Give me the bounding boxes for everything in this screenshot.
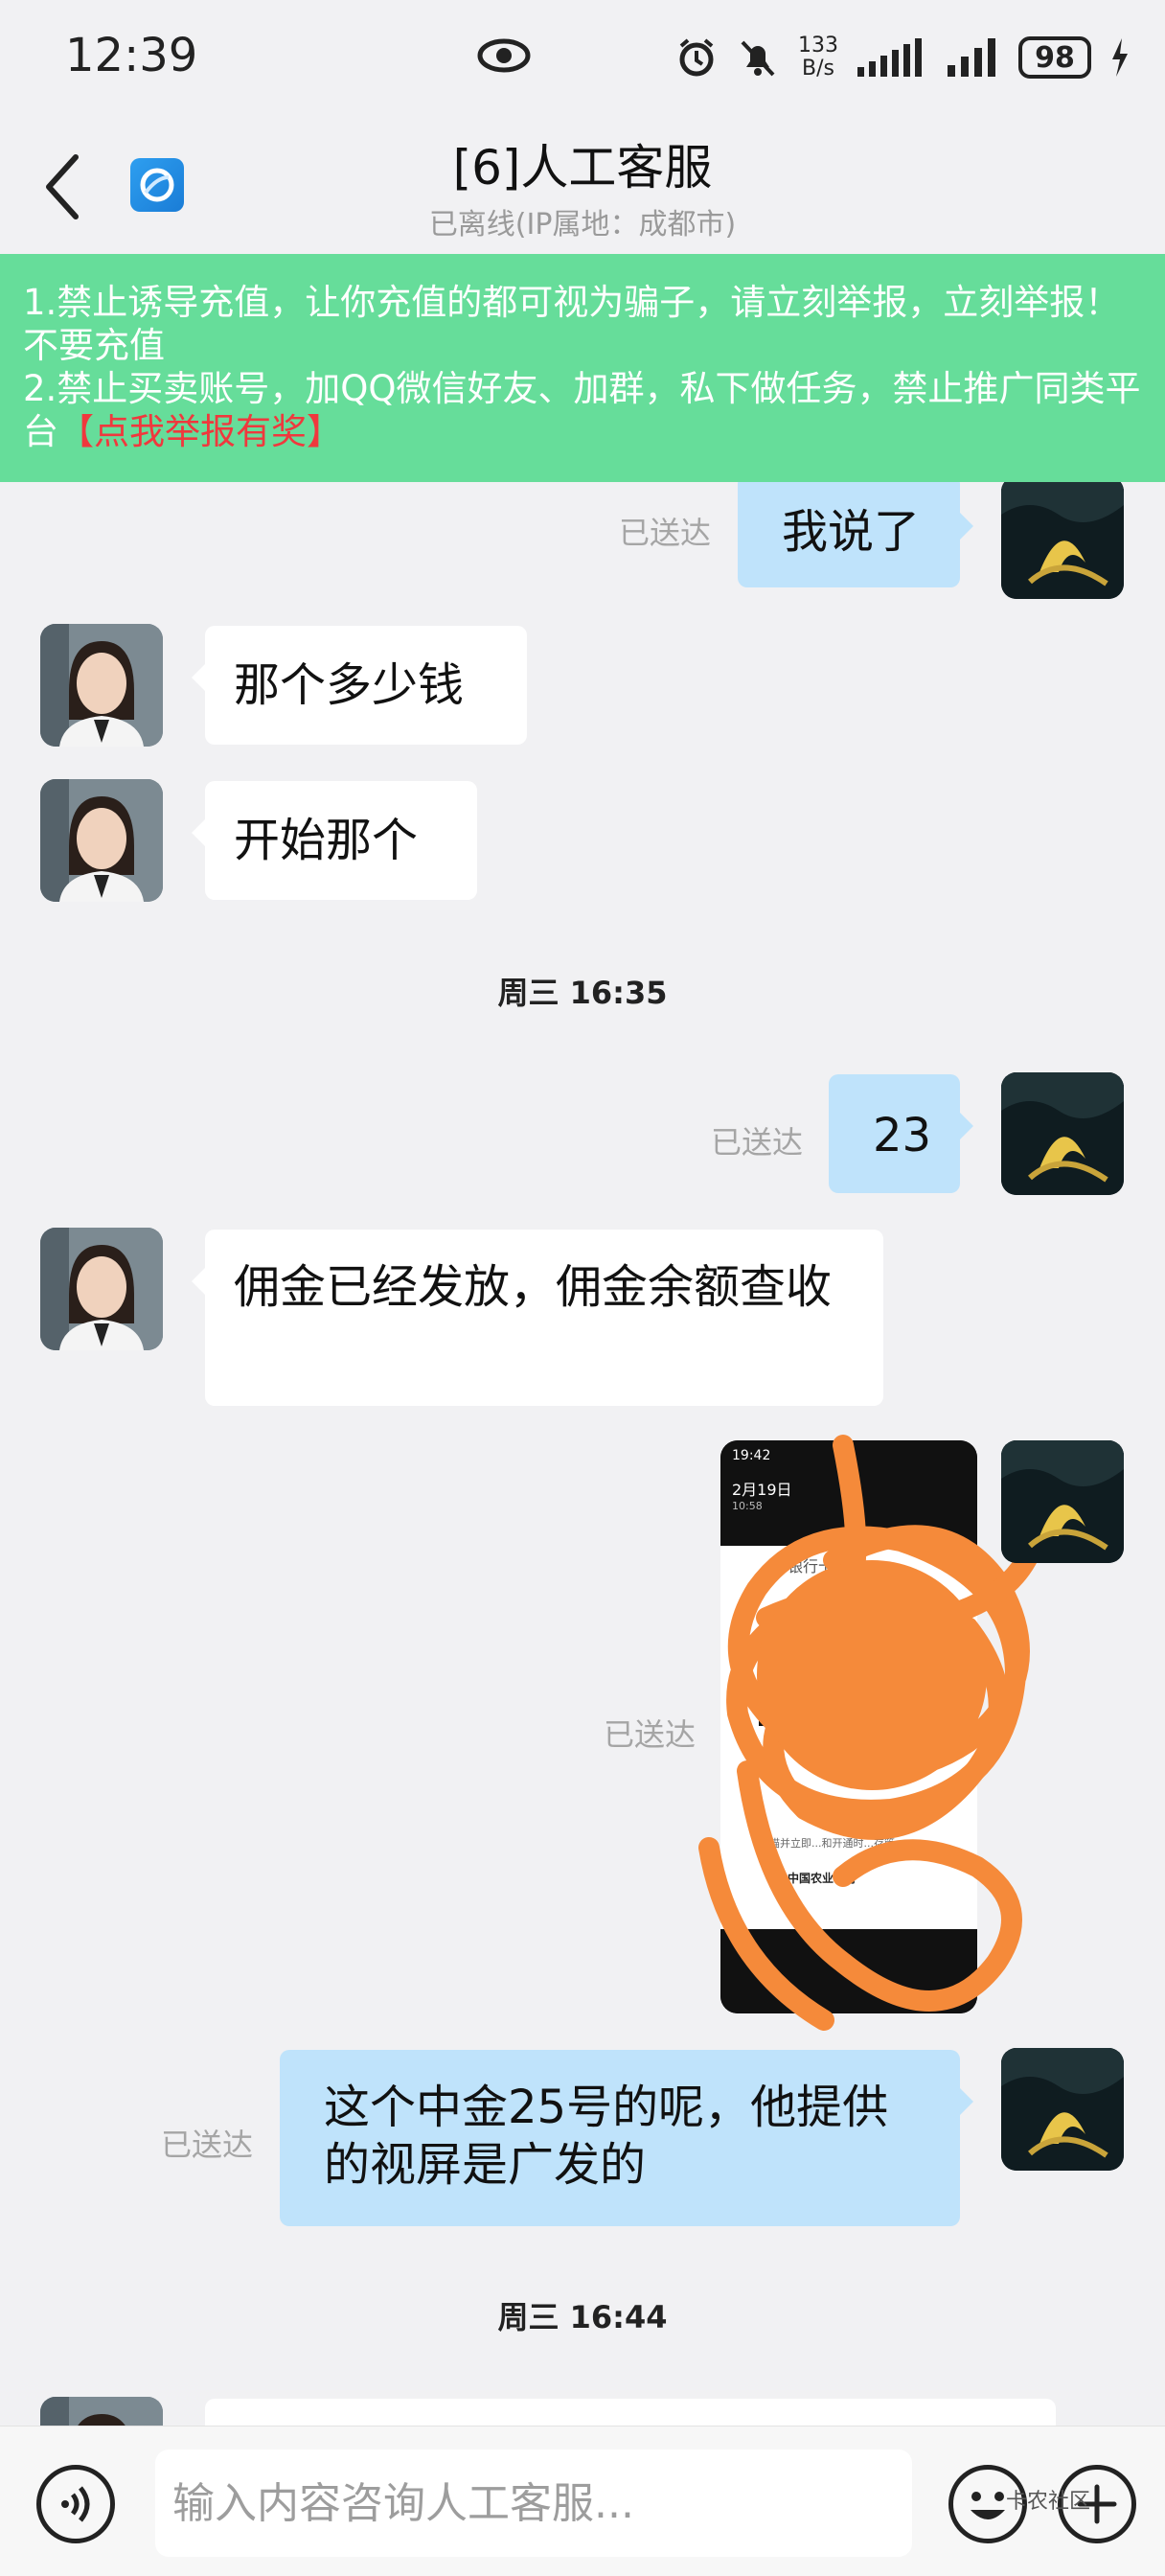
eye-icon bbox=[477, 36, 531, 79]
message-bubble-in[interactable]: 那个多少钱 bbox=[192, 626, 527, 745]
status-icons: 133 B/s 98 bbox=[675, 29, 1130, 86]
mute-icon bbox=[741, 40, 775, 77]
agent-avatar[interactable] bbox=[40, 1228, 163, 1350]
agent-avatar[interactable] bbox=[40, 624, 163, 747]
report-link[interactable]: 【点我举报有奖】 bbox=[58, 411, 342, 452]
user-avatar[interactable] bbox=[1001, 2048, 1124, 2171]
message-bubble-out[interactable]: 这个中金25号的呢，他提供的视屏是广发的 bbox=[280, 2050, 973, 2226]
user-avatar[interactable] bbox=[1001, 1072, 1124, 1195]
agent-avatar[interactable] bbox=[40, 2397, 163, 2426]
status-bar: 12:39 133 B/s 98 bbox=[0, 0, 1165, 120]
notice-line-2-wrap: 2.禁止买卖账号，加QQ微信好友、加群，私下做任务，禁止推广同类平台【点我举报有… bbox=[23, 367, 1142, 453]
voice-icon bbox=[61, 2486, 90, 2522]
message-bubble-out[interactable]: 我说了 bbox=[738, 482, 973, 587]
chat-title: [6]人工客服 bbox=[452, 140, 713, 196]
delivered-status: 已送达 bbox=[161, 2127, 254, 2163]
notice-line-1: 1.禁止诱导充值，让你充值的都可视为骗子，请立刻举报，立刻举报！不要充值 bbox=[23, 282, 1121, 366]
battery-icon: 98 bbox=[1018, 36, 1091, 79]
input-bar: 卡农社区 bbox=[0, 2426, 1165, 2576]
chat-timestamp: 周三 16:35 bbox=[497, 975, 668, 1011]
delivered-status: 已送达 bbox=[619, 515, 712, 551]
rules-notice: 1.禁止诱导充值，让你充值的都可视为骗子，请立刻举报，立刻举报！不要充值 2.禁… bbox=[0, 254, 1165, 482]
chat-subtitle: 已离线(IP属地：成都市) bbox=[428, 208, 737, 242]
voice-button[interactable] bbox=[36, 2465, 115, 2543]
message-list[interactable]: 已送达 我说了 那个多少钱 开始那个 周三 16:35 已送达 23 佣金已经发… bbox=[0, 482, 1165, 2426]
user-avatar[interactable] bbox=[1001, 1440, 1124, 1563]
signal-icon bbox=[857, 38, 922, 77]
net-rate: 133 B/s bbox=[798, 34, 838, 80]
agent-avatar[interactable] bbox=[40, 779, 163, 902]
delivered-status: 已送达 bbox=[711, 1124, 804, 1161]
status-time: 12:39 bbox=[65, 29, 198, 82]
alarm-icon bbox=[679, 38, 714, 77]
signal-icon bbox=[948, 38, 995, 77]
message-bubble-in[interactable] bbox=[205, 2399, 1056, 2426]
message-bubble-in[interactable]: 开始那个 bbox=[192, 781, 477, 900]
message-bubble-in[interactable]: 佣金已经发放，佣金余额查收 bbox=[192, 1230, 883, 1406]
charging-icon bbox=[1112, 38, 1128, 77]
watermark: 卡农社区 bbox=[1006, 2490, 1091, 2514]
message-bubble-out[interactable]: 23 bbox=[829, 1074, 973, 1193]
chat-timestamp: 周三 16:44 bbox=[497, 2299, 668, 2335]
user-avatar[interactable] bbox=[1001, 482, 1124, 599]
message-input[interactable] bbox=[155, 2450, 912, 2557]
net-rate-unit: B/s bbox=[802, 57, 834, 80]
chat-header: [6]人工客服 已离线(IP属地：成都市) bbox=[0, 120, 1165, 254]
net-rate-value: 133 bbox=[798, 34, 838, 58]
